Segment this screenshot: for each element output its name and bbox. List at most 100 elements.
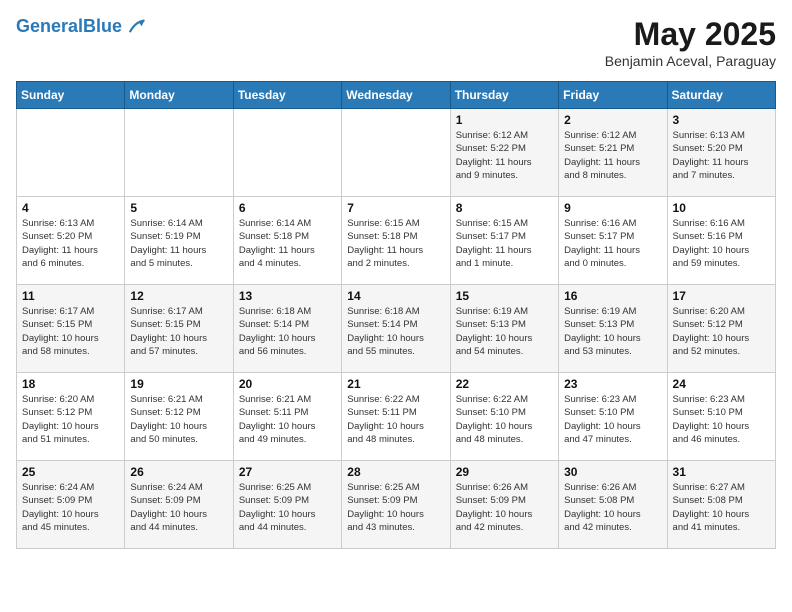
day-number: 16 <box>564 289 661 303</box>
logo: GeneralBlue <box>16 16 146 38</box>
day-number: 29 <box>456 465 553 479</box>
calendar-week-row: 18 Sunrise: 6:20 AM Sunset: 5:12 PM Dayli… <box>17 373 776 461</box>
day-number: 15 <box>456 289 553 303</box>
calendar-cell <box>342 109 450 197</box>
calendar-cell: 29 Sunrise: 6:26 AM Sunset: 5:09 PM Dayli… <box>450 461 558 549</box>
day-info: Sunrise: 6:21 AM Sunset: 5:11 PM Dayligh… <box>239 393 336 446</box>
day-number: 28 <box>347 465 444 479</box>
weekday-header-monday: Monday <box>125 82 233 109</box>
title-block: May 2025 Benjamin Aceval, Paraguay <box>605 16 776 69</box>
day-number: 18 <box>22 377 119 391</box>
day-info: Sunrise: 6:23 AM Sunset: 5:10 PM Dayligh… <box>673 393 770 446</box>
day-info: Sunrise: 6:15 AM Sunset: 5:18 PM Dayligh… <box>347 217 444 270</box>
calendar-week-row: 1 Sunrise: 6:12 AM Sunset: 5:22 PM Daylig… <box>17 109 776 197</box>
day-info: Sunrise: 6:27 AM Sunset: 5:08 PM Dayligh… <box>673 481 770 534</box>
day-number: 26 <box>130 465 227 479</box>
day-info: Sunrise: 6:24 AM Sunset: 5:09 PM Dayligh… <box>22 481 119 534</box>
weekday-header-friday: Friday <box>559 82 667 109</box>
day-info: Sunrise: 6:21 AM Sunset: 5:12 PM Dayligh… <box>130 393 227 446</box>
day-info: Sunrise: 6:17 AM Sunset: 5:15 PM Dayligh… <box>22 305 119 358</box>
calendar-cell: 9 Sunrise: 6:16 AM Sunset: 5:17 PM Daylig… <box>559 197 667 285</box>
calendar-cell: 7 Sunrise: 6:15 AM Sunset: 5:18 PM Daylig… <box>342 197 450 285</box>
weekday-header-thursday: Thursday <box>450 82 558 109</box>
calendar-cell: 15 Sunrise: 6:19 AM Sunset: 5:13 PM Dayli… <box>450 285 558 373</box>
day-number: 5 <box>130 201 227 215</box>
day-number: 17 <box>673 289 770 303</box>
calendar-cell: 3Sunrise: 6:13 AM Sunset: 5:20 PM Daylig… <box>667 109 775 197</box>
calendar-cell: 23 Sunrise: 6:23 AM Sunset: 5:10 PM Dayli… <box>559 373 667 461</box>
day-info: Sunrise: 6:26 AM Sunset: 5:08 PM Dayligh… <box>564 481 661 534</box>
day-info: Sunrise: 6:26 AM Sunset: 5:09 PM Dayligh… <box>456 481 553 534</box>
logo-text: GeneralBlue <box>16 17 122 37</box>
calendar-cell: 14 Sunrise: 6:18 AM Sunset: 5:14 PM Dayli… <box>342 285 450 373</box>
day-number: 4 <box>22 201 119 215</box>
calendar-cell: 10 Sunrise: 6:16 AM Sunset: 5:16 PM Dayli… <box>667 197 775 285</box>
day-number: 22 <box>456 377 553 391</box>
calendar-table: SundayMondayTuesdayWednesdayThursdayFrid… <box>16 81 776 549</box>
calendar-body: 1 Sunrise: 6:12 AM Sunset: 5:22 PM Daylig… <box>17 109 776 549</box>
day-number: 1 <box>456 113 553 127</box>
day-info: Sunrise: 6:14 AM Sunset: 5:18 PM Dayligh… <box>239 217 336 270</box>
day-info: Sunrise: 6:15 AM Sunset: 5:17 PM Dayligh… <box>456 217 553 270</box>
day-number: 25 <box>22 465 119 479</box>
calendar-week-row: 11 Sunrise: 6:17 AM Sunset: 5:15 PM Dayli… <box>17 285 776 373</box>
location: Benjamin Aceval, Paraguay <box>605 53 776 69</box>
day-number: 14 <box>347 289 444 303</box>
day-info: Sunrise: 6:22 AM Sunset: 5:10 PM Dayligh… <box>456 393 553 446</box>
calendar-cell: 30 Sunrise: 6:26 AM Sunset: 5:08 PM Dayli… <box>559 461 667 549</box>
calendar-cell: 28Sunrise: 6:25 AM Sunset: 5:09 PM Dayli… <box>342 461 450 549</box>
calendar-cell: 18 Sunrise: 6:20 AM Sunset: 5:12 PM Dayli… <box>17 373 125 461</box>
logo-icon <box>124 16 146 38</box>
calendar-cell: 16Sunrise: 6:19 AM Sunset: 5:13 PM Dayli… <box>559 285 667 373</box>
day-info: Sunrise: 6:16 AM Sunset: 5:16 PM Dayligh… <box>673 217 770 270</box>
day-info: Sunrise: 6:20 AM Sunset: 5:12 PM Dayligh… <box>22 393 119 446</box>
calendar-cell: 19Sunrise: 6:21 AM Sunset: 5:12 PM Dayli… <box>125 373 233 461</box>
calendar-week-row: 4 Sunrise: 6:13 AM Sunset: 5:20 PM Daylig… <box>17 197 776 285</box>
day-info: Sunrise: 6:25 AM Sunset: 5:09 PM Dayligh… <box>239 481 336 534</box>
calendar-cell: 13Sunrise: 6:18 AM Sunset: 5:14 PM Dayli… <box>233 285 341 373</box>
weekday-header-saturday: Saturday <box>667 82 775 109</box>
calendar-cell: 6 Sunrise: 6:14 AM Sunset: 5:18 PM Daylig… <box>233 197 341 285</box>
day-number: 27 <box>239 465 336 479</box>
day-info: Sunrise: 6:16 AM Sunset: 5:17 PM Dayligh… <box>564 217 661 270</box>
day-number: 6 <box>239 201 336 215</box>
calendar-cell: 31Sunrise: 6:27 AM Sunset: 5:08 PM Dayli… <box>667 461 775 549</box>
day-info: Sunrise: 6:24 AM Sunset: 5:09 PM Dayligh… <box>130 481 227 534</box>
day-info: Sunrise: 6:18 AM Sunset: 5:14 PM Dayligh… <box>347 305 444 358</box>
calendar-cell: 8 Sunrise: 6:15 AM Sunset: 5:17 PM Daylig… <box>450 197 558 285</box>
calendar-cell: 27 Sunrise: 6:25 AM Sunset: 5:09 PM Dayli… <box>233 461 341 549</box>
calendar-cell <box>125 109 233 197</box>
day-info: Sunrise: 6:13 AM Sunset: 5:20 PM Dayligh… <box>673 129 770 182</box>
calendar-cell: 2Sunrise: 6:12 AM Sunset: 5:21 PM Daylig… <box>559 109 667 197</box>
calendar-cell: 11 Sunrise: 6:17 AM Sunset: 5:15 PM Dayli… <box>17 285 125 373</box>
calendar-cell <box>17 109 125 197</box>
day-number: 12 <box>130 289 227 303</box>
day-info: Sunrise: 6:20 AM Sunset: 5:12 PM Dayligh… <box>673 305 770 358</box>
day-number: 24 <box>673 377 770 391</box>
day-info: Sunrise: 6:19 AM Sunset: 5:13 PM Dayligh… <box>456 305 553 358</box>
calendar-cell: 17 Sunrise: 6:20 AM Sunset: 5:12 PM Dayli… <box>667 285 775 373</box>
calendar-cell <box>233 109 341 197</box>
calendar-cell: 22 Sunrise: 6:22 AM Sunset: 5:10 PM Dayli… <box>450 373 558 461</box>
day-number: 8 <box>456 201 553 215</box>
day-info: Sunrise: 6:17 AM Sunset: 5:15 PM Dayligh… <box>130 305 227 358</box>
day-info: Sunrise: 6:13 AM Sunset: 5:20 PM Dayligh… <box>22 217 119 270</box>
day-number: 20 <box>239 377 336 391</box>
day-number: 7 <box>347 201 444 215</box>
weekday-header-row: SundayMondayTuesdayWednesdayThursdayFrid… <box>17 82 776 109</box>
day-number: 23 <box>564 377 661 391</box>
page-header: GeneralBlue May 2025 Benjamin Aceval, Pa… <box>16 16 776 69</box>
calendar-cell: 12 Sunrise: 6:17 AM Sunset: 5:15 PM Dayli… <box>125 285 233 373</box>
month-year: May 2025 <box>605 16 776 53</box>
day-number: 30 <box>564 465 661 479</box>
day-info: Sunrise: 6:14 AM Sunset: 5:19 PM Dayligh… <box>130 217 227 270</box>
day-number: 11 <box>22 289 119 303</box>
day-number: 9 <box>564 201 661 215</box>
calendar-cell: 5 Sunrise: 6:14 AM Sunset: 5:19 PM Daylig… <box>125 197 233 285</box>
calendar-cell: 4 Sunrise: 6:13 AM Sunset: 5:20 PM Daylig… <box>17 197 125 285</box>
day-number: 10 <box>673 201 770 215</box>
calendar-header: SundayMondayTuesdayWednesdayThursdayFrid… <box>17 82 776 109</box>
day-info: Sunrise: 6:12 AM Sunset: 5:22 PM Dayligh… <box>456 129 553 182</box>
day-info: Sunrise: 6:23 AM Sunset: 5:10 PM Dayligh… <box>564 393 661 446</box>
calendar-week-row: 25 Sunrise: 6:24 AM Sunset: 5:09 PM Dayli… <box>17 461 776 549</box>
